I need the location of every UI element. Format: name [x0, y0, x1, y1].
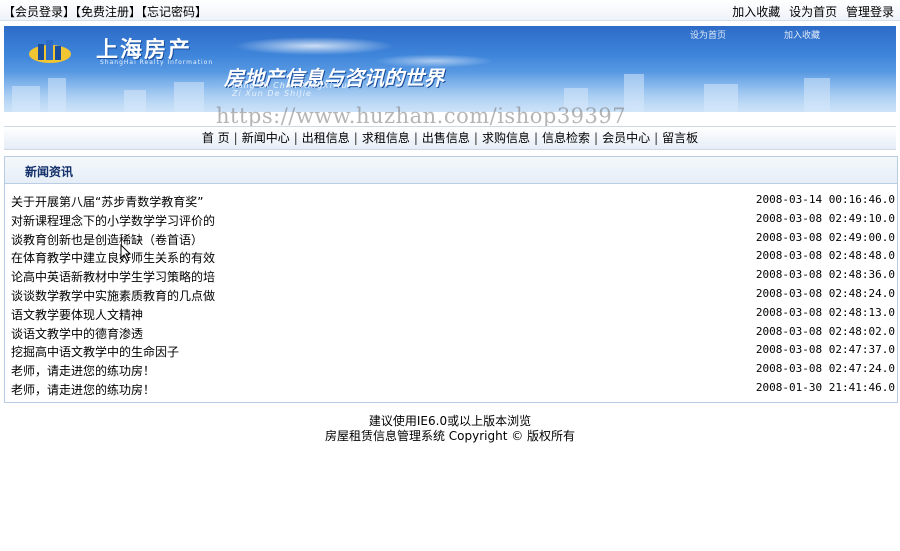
news-title-link[interactable]: 谈谈数学教学中实施素质教育的几点做: [11, 287, 215, 304]
nav-member-center[interactable]: 会员中心: [598, 131, 654, 145]
nav-buy-wanted[interactable]: 求购信息: [478, 131, 534, 145]
news-date: 2008-03-14 00:16:46.0: [755, 193, 895, 206]
mouse-pointer-icon: [120, 244, 132, 262]
footer-browser-hint: 建议使用IE6.0或以上版本浏览: [368, 414, 532, 428]
news-date: 2008-03-08 02:49:00.0: [755, 230, 895, 244]
site-links: 加入收藏 设为首页 管理登录: [727, 3, 894, 20]
nav-for-sale[interactable]: 出售信息: [418, 131, 474, 145]
news-date: 2008-01-30 21:41:46.0: [755, 380, 895, 394]
banner-add-favorite[interactable]: 加入收藏: [784, 28, 820, 41]
news-row: 谈教育创新也是创造稀缺（卷首语） 2008-03-08 02:49:00.0: [5, 230, 897, 249]
nav-rent-out[interactable]: 出租信息: [298, 131, 354, 145]
forgot-password-link[interactable]: 【忘记密码】: [141, 5, 207, 19]
news-title-link[interactable]: 老师，请走进您的练功房！: [11, 362, 155, 379]
news-date: 2008-03-08 02:47:24.0: [755, 362, 895, 376]
news-row: 语文教学要体现人文精神 2008-03-08 02:48:13.0: [5, 305, 897, 324]
top-bar: 【会员登录】【免费注册】【忘记密码】 加入收藏 设为首页 管理登录: [0, 0, 900, 21]
news-title-link[interactable]: 谈教育创新也是创造稀缺（卷首语）: [11, 231, 203, 248]
slogan-pinyin-2: Zi Xun De ShiJie: [232, 89, 312, 98]
news-title-link[interactable]: 语文教学要体现人文精神: [11, 306, 143, 323]
admin-login-link[interactable]: 管理登录: [846, 5, 894, 19]
watermark-text: https://www.huzhan.com/ishop39397: [216, 104, 627, 128]
news-date: 2008-03-08 02:47:37.0: [755, 343, 895, 357]
add-favorite-link[interactable]: 加入收藏: [732, 5, 780, 19]
nav-search[interactable]: 信息检索: [538, 131, 594, 145]
nav-home[interactable]: 首 页: [198, 131, 234, 145]
news-date: 2008-03-08 02:48:36.0: [755, 268, 895, 282]
news-panel-header: 新闻资讯: [5, 157, 897, 184]
news-title-link[interactable]: 对新课程理念下的小学数学学习评价的: [11, 212, 215, 229]
set-homepage-link[interactable]: 设为首页: [789, 5, 837, 19]
news-row: 关于开展第八届“苏步青数学教育奖” 2008-03-14 00:16:46.0: [5, 192, 897, 211]
news-title-link[interactable]: 关于开展第八届“苏步青数学教育奖”: [11, 193, 203, 210]
banner-set-homepage[interactable]: 设为首页: [690, 28, 726, 41]
news-date: 2008-03-08 02:48:48.0: [755, 249, 895, 263]
news-date: 2008-03-08 02:48:13.0: [755, 305, 895, 319]
main-nav: 首 页 | 新闻中心 | 出租信息 | 求租信息 | 出售信息 | 求购信息 | 信息检索 | 会员中心 | 留…: [4, 126, 896, 150]
news-list: 关于开展第八届“苏步青数学教育奖” 2008-03-14 00:16:46.0 对…: [5, 192, 897, 399]
news-row: 在体育教学中建立良好师生关系的有效 2008-03-08 02:48:48.0: [5, 248, 897, 267]
news-panel: 新闻资讯 关于开展第八届“苏步青数学教育奖” 2008-03-14 00:16:4…: [4, 156, 898, 403]
news-row: 论高中英语新教材中学生学习策略的培 2008-03-08 02:48:36.0: [5, 267, 897, 286]
logo-subtitle: ShangHai Realty Information: [100, 59, 214, 66]
news-row: 对新课程理念下的小学数学学习评价的 2008-03-08 02:49:10.0: [5, 211, 897, 230]
news-row: 老师，请走进您的练功房！ 2008-01-30 21:41:46.0: [5, 380, 897, 399]
footer-copyright: 房屋租赁信息管理系统 Copyright © 版权所有: [324, 429, 576, 443]
news-title-link[interactable]: 论高中英语新教材中学生学习策略的培: [11, 268, 215, 285]
footer: 建议使用IE6.0或以上版本浏览 房屋租赁信息管理系统 Copyright © …: [0, 414, 900, 444]
nav-news-center[interactable]: 新闻中心: [238, 131, 294, 145]
member-login-link[interactable]: 【会员登录】: [3, 5, 75, 19]
account-links: 【会员登录】【免费注册】【忘记密码】: [3, 3, 207, 20]
news-heading: 新闻资讯: [25, 165, 74, 179]
news-date: 2008-03-08 02:48:02.0: [755, 324, 895, 338]
nav-guestbook[interactable]: 留言板: [658, 131, 702, 145]
news-title-link[interactable]: 谈语文教学中的德育渗透: [11, 325, 143, 342]
header-banner: 上海房产 ShangHai Realty Information 房地产信息与咨…: [4, 26, 896, 112]
news-row: 谈谈数学教学中实施素质教育的几点做 2008-03-08 02:48:24.0: [5, 286, 897, 305]
news-row: 谈语文教学中的德育渗透 2008-03-08 02:48:02.0: [5, 324, 897, 343]
news-title-link[interactable]: 老师，请走进您的练功房！: [11, 381, 155, 398]
free-register-link[interactable]: 【免费注册】: [75, 5, 141, 19]
news-row: 老师，请走进您的练功房！ 2008-03-08 02:47:24.0: [5, 361, 897, 380]
building-logo-icon: [29, 40, 71, 63]
news-date: 2008-03-08 02:48:24.0: [755, 286, 895, 300]
nav-rent-wanted[interactable]: 求租信息: [358, 131, 414, 145]
news-title-link[interactable]: 挖掘高中语文教学中的生命因子: [11, 343, 179, 360]
news-title-link[interactable]: 在体育教学中建立良好师生关系的有效: [11, 249, 215, 266]
news-row: 挖掘高中语文教学中的生命因子 2008-03-08 02:47:37.0: [5, 342, 897, 361]
news-date: 2008-03-08 02:49:10.0: [755, 211, 895, 225]
